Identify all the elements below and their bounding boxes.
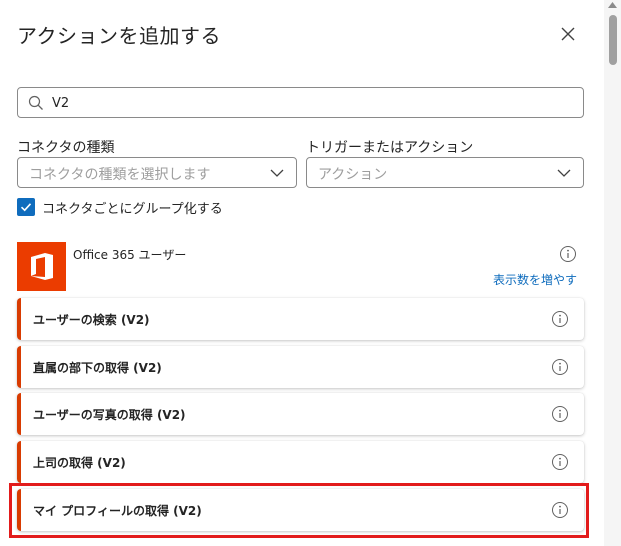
scrollbar[interactable] <box>604 0 621 546</box>
connector-info-button[interactable] <box>559 245 577 263</box>
info-icon[interactable] <box>551 453 569 471</box>
action-accent-bar <box>17 489 21 531</box>
info-icon[interactable] <box>551 358 569 376</box>
connector-name: Office 365 ユーザー <box>73 248 187 262</box>
show-more-link[interactable]: 表示数を増やす <box>493 271 577 288</box>
checkmark-icon <box>20 203 32 212</box>
action-accent-bar <box>17 298 21 340</box>
group-by-connector-checkbox[interactable] <box>17 198 35 216</box>
group-by-connector-row: コネクタごとにグループ化する <box>17 197 223 217</box>
action-label: 直属の部下の取得 (V2) <box>33 361 162 375</box>
action-card[interactable]: 直属の部下の取得 (V2) <box>17 346 584 388</box>
action-label: マイ プロフィールの取得 (V2) <box>33 504 202 518</box>
connector-logo <box>17 242 66 291</box>
connector-type-label: コネクタの種類 <box>17 140 115 156</box>
scroll-up-arrow-icon[interactable] <box>608 2 617 8</box>
info-icon[interactable] <box>551 310 569 328</box>
info-icon <box>560 246 576 262</box>
trigger-or-action-placeholder: アクション <box>318 167 388 183</box>
action-accent-bar <box>17 393 21 435</box>
chevron-down-icon <box>557 169 571 177</box>
action-label: ユーザーの写真の取得 (V2) <box>33 408 186 422</box>
trigger-or-action-dropdown[interactable]: アクション <box>306 157 584 188</box>
action-card[interactable]: 上司の取得 (V2) <box>17 441 584 483</box>
dialog-title: アクションを追加する <box>17 24 221 48</box>
connector-type-placeholder: コネクタの種類を選択します <box>29 167 211 183</box>
office-logo-icon <box>31 253 53 280</box>
info-icon[interactable] <box>551 501 569 519</box>
close-icon <box>561 27 575 41</box>
action-label: 上司の取得 (V2) <box>33 456 126 470</box>
action-accent-bar <box>17 346 21 388</box>
connector-type-dropdown[interactable]: コネクタの種類を選択します <box>17 157 297 188</box>
action-card[interactable]: ユーザーの写真の取得 (V2) <box>17 393 584 435</box>
search-icon <box>28 95 43 110</box>
info-icon[interactable] <box>551 405 569 423</box>
add-action-panel: アクションを追加する コネクタの種類 コネクタの種類を選択します トリガーまたは… <box>0 0 604 546</box>
trigger-or-action-label: トリガーまたはアクション <box>306 140 474 156</box>
group-by-connector-label: コネクタごとにグループ化する <box>42 201 223 217</box>
close-button[interactable] <box>556 22 580 46</box>
chevron-down-icon <box>270 169 284 177</box>
action-label: ユーザーの検索 (V2) <box>33 313 150 327</box>
scrollbar-thumb[interactable] <box>609 15 617 65</box>
search-box[interactable] <box>17 87 584 118</box>
action-card-selected[interactable]: マイ プロフィールの取得 (V2) <box>17 489 584 531</box>
search-input[interactable] <box>52 92 552 114</box>
action-card[interactable]: ユーザーの検索 (V2) <box>17 298 584 340</box>
action-accent-bar <box>17 441 21 483</box>
